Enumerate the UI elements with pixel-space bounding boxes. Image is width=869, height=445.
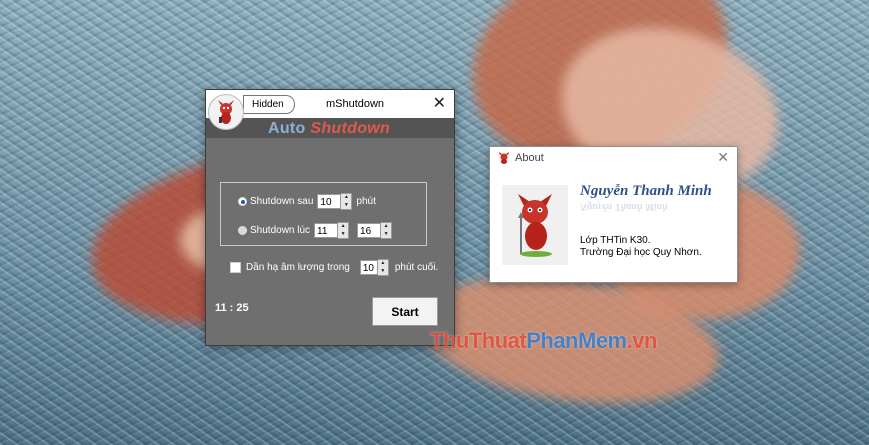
- shutdown-after-radio[interactable]: [238, 197, 247, 206]
- about-title: About: [515, 152, 544, 164]
- app-logo: Auto Shutdown: [268, 120, 390, 138]
- shutdown-after-stepper[interactable]: 10 ▲ ▼: [317, 193, 353, 210]
- shutdown-at-row: Shutdown lúc 11 ▲ ▼ 16 ▲ ▼: [238, 222, 396, 239]
- devil-mascot-icon: [498, 152, 510, 164]
- lower-volume-row: Dần hạ âm lượng trong 10 ▲ ▼ phút cuối.: [230, 259, 438, 276]
- logo-word-auto: Auto: [268, 120, 306, 137]
- spin-arrows-icon[interactable]: ▲ ▼: [381, 222, 393, 239]
- spin-arrows-icon[interactable]: ▲ ▼: [377, 259, 389, 276]
- shutdown-hour-stepper[interactable]: 11 ▲ ▼: [314, 222, 350, 239]
- devil-mascot-picture: [502, 185, 568, 265]
- shutdown-minute-value[interactable]: 16: [357, 223, 382, 238]
- author-name-reflection: Nguyễn Thanh Minh: [580, 201, 668, 212]
- lower-volume-value[interactable]: 10: [359, 260, 378, 275]
- close-icon[interactable]: ✕: [717, 149, 729, 166]
- school-line: Trường Đại học Quy Nhơn.: [580, 247, 702, 258]
- spin-arrows-icon[interactable]: ▲ ▼: [341, 193, 353, 210]
- title-bar: Hidden mShutdown ✕: [206, 90, 454, 130]
- watermark-part3: .vn: [626, 328, 658, 353]
- shutdown-after-row: Shutdown sau 10 ▲ ▼ phút: [238, 193, 376, 210]
- watermark-part1: ThuThuat: [430, 328, 527, 353]
- watermark-part2: PhanMem: [526, 328, 627, 353]
- logo-band: Auto Shutdown: [206, 118, 454, 138]
- class-line: Lớp THTin K30.: [580, 235, 651, 246]
- close-icon[interactable]: ✕: [433, 93, 446, 113]
- site-watermark: ThuThuatPhanMem.vn: [430, 328, 657, 354]
- about-title-bar: About ✕: [490, 147, 737, 169]
- lower-volume-suffix: phút cuối.: [394, 262, 439, 273]
- lower-volume-label: Dần hạ âm lượng trong: [246, 262, 350, 273]
- shutdown-at-radio[interactable]: [238, 226, 247, 235]
- radio-dot: [240, 199, 245, 204]
- shutdown-after-unit: phút: [356, 196, 376, 207]
- spin-arrows-icon[interactable]: ▲ ▼: [338, 222, 350, 239]
- lower-volume-checkbox[interactable]: [230, 262, 241, 273]
- logo-word-shutdown: Shutdown: [310, 120, 391, 137]
- shutdown-at-label: Shutdown lúc: [250, 225, 311, 236]
- current-time: 11 : 25: [215, 302, 249, 314]
- lower-volume-stepper[interactable]: 10 ▲ ▼: [359, 259, 389, 276]
- shutdown-after-label: Shutdown sau: [250, 196, 314, 207]
- author-name: Nguyễn Thanh Minh: [580, 183, 712, 199]
- shutdown-after-value[interactable]: 10: [317, 194, 342, 209]
- shutdown-minute-stepper[interactable]: 16 ▲ ▼: [357, 222, 393, 239]
- about-window: About ✕ Nguyễn Thanh Minh Nguyễn Thanh M…: [489, 146, 738, 283]
- shutdown-hour-value[interactable]: 11: [314, 223, 339, 238]
- start-button[interactable]: Start: [372, 297, 438, 326]
- devil-mascot-icon[interactable]: [208, 94, 244, 130]
- mshutdown-window: Hidden mShutdown ✕ Auto Shutdown Shutdow…: [205, 89, 455, 346]
